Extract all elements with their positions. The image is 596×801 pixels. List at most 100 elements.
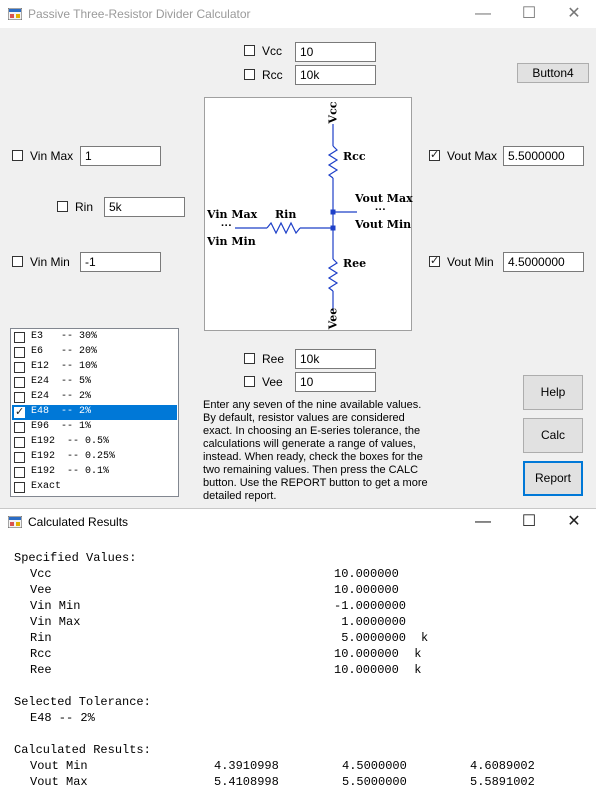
calc-nom: 4.5000000	[342, 759, 407, 773]
title-bar: Passive Three-Resistor Divider Calculato…	[0, 0, 596, 28]
vcc-checkbox[interactable]	[244, 45, 255, 56]
tolerance-header: Selected Tolerance:	[14, 695, 151, 709]
rin-input[interactable]: 5k	[104, 197, 185, 217]
vin-max-checkbox[interactable]	[12, 150, 23, 161]
vout-min-input[interactable]: 4.5000000	[503, 252, 584, 272]
spec-name: Rin	[30, 631, 52, 645]
report-text-area[interactable]: Specified Values: Vcc 10.000000 Vee 10.0…	[0, 542, 596, 801]
list-item-checkbox[interactable]	[14, 422, 25, 433]
vout-max-checkbox[interactable]	[429, 148, 440, 161]
instructions-text: Enter any seven of the nine available va…	[203, 399, 428, 502]
close-button[interactable]: ✕	[551, 508, 596, 536]
results-window-title: Calculated Results	[28, 515, 129, 529]
vee-input[interactable]: 10	[295, 372, 376, 392]
tolerance-value: E48 -- 2%	[30, 711, 95, 725]
list-item-checkbox[interactable]	[14, 392, 25, 403]
diagram-dots-right: ···	[375, 204, 386, 216]
list-item-checkbox[interactable]	[14, 405, 25, 419]
list-item-checkbox[interactable]	[14, 332, 25, 343]
spec-value: 10.000000	[334, 647, 399, 661]
list-item[interactable]: E24 -- 5%	[12, 375, 177, 390]
vee-checkbox[interactable]	[244, 376, 255, 387]
vout-min-checkbox[interactable]	[429, 254, 440, 267]
tolerance-list[interactable]: E3 -- 30% E6 -- 20% E12 -- 10% E24 -- 5%…	[10, 328, 179, 497]
main-window: Passive Three-Resistor Divider Calculato…	[0, 0, 596, 508]
diagram-label-vcc: Vcc	[326, 101, 340, 124]
diagram-label-vin-max: Vin Max	[207, 208, 258, 221]
diagram-dots-left: ···	[221, 220, 232, 232]
diagram-label-vin-min: Vin Min	[207, 235, 256, 248]
list-item[interactable]: E192 -- 0.25%	[12, 450, 177, 465]
spec-value: 1.0000000	[334, 615, 407, 629]
list-item[interactable]: E192 -- 0.1%	[12, 465, 177, 480]
vin-min-checkbox[interactable]	[12, 256, 23, 267]
help-button[interactable]: Help	[523, 375, 583, 410]
ree-input[interactable]: 10k	[295, 349, 376, 369]
list-item-checkbox[interactable]	[14, 362, 25, 373]
vin-min-label: Vin Min	[30, 255, 70, 269]
vcc-input[interactable]: 10	[295, 42, 376, 62]
vin-max-label: Vin Max	[30, 149, 74, 163]
spec-name: Vcc	[30, 567, 52, 581]
minimize-button[interactable]: —	[460, 0, 506, 28]
circuit-diagram: Vcc Rcc Vout Max ··· Vout Min Vin Max ··…	[204, 97, 413, 331]
calc-nom: 5.5000000	[342, 775, 407, 789]
list-item[interactable]: E24 -- 2%	[12, 390, 177, 405]
rcc-resistor	[327, 145, 339, 179]
vin-min-input[interactable]: -1	[80, 252, 161, 272]
list-item-checkbox[interactable]	[14, 437, 25, 448]
ree-checkbox[interactable]	[244, 353, 255, 364]
list-item-checkbox[interactable]	[14, 482, 25, 493]
list-item[interactable]: E96 -- 1%	[12, 420, 177, 435]
ree-label: Ree	[262, 352, 285, 366]
rcc-label: Rcc	[262, 68, 283, 82]
spec-value: 10.000000	[334, 567, 399, 581]
rcc-input[interactable]: 10k	[295, 65, 376, 85]
calc-max: 5.5891002	[470, 775, 535, 789]
list-item-checkbox[interactable]	[14, 377, 25, 388]
diagram-label-rin: Rin	[275, 208, 297, 221]
diagram-label-ree: Ree	[343, 257, 367, 270]
vcc-label: Vcc	[262, 44, 283, 58]
diagram-label-vee: Vee	[326, 307, 340, 330]
calc-max: 4.6089002	[470, 759, 535, 773]
rcc-checkbox[interactable]	[244, 69, 255, 80]
vin-max-input[interactable]: 1	[80, 146, 161, 166]
calc-button[interactable]: Calc	[523, 418, 583, 453]
spec-unit: k	[407, 647, 422, 661]
calc-name: Vout Min	[30, 759, 88, 773]
spec-value: -1.0000000	[334, 599, 407, 613]
button4[interactable]: Button4	[517, 63, 589, 83]
list-item[interactable]: E3 -- 30%	[12, 330, 177, 345]
calculated-header: Calculated Results:	[14, 743, 151, 757]
vout-max-input[interactable]: 5.5000000	[503, 146, 584, 166]
list-item[interactable]: Exact	[12, 480, 177, 495]
spec-name: Vin Max	[30, 615, 81, 629]
list-item-selected[interactable]: E48 -- 2%	[12, 405, 177, 420]
list-item-checkbox[interactable]	[14, 347, 25, 358]
maximize-button[interactable]: ☐	[506, 508, 552, 536]
calc-min: 4.3910998	[214, 759, 279, 773]
diagram-label-rcc: Rcc	[343, 150, 366, 163]
rin-checkbox[interactable]	[57, 201, 68, 212]
report-button[interactable]: Report	[523, 461, 583, 496]
spec-value: 5.0000000	[334, 631, 407, 645]
list-item[interactable]: E192 -- 0.5%	[12, 435, 177, 450]
vout-min-label: Vout Min	[447, 255, 494, 269]
app-icon	[8, 8, 22, 20]
minimize-button[interactable]: —	[460, 508, 506, 536]
spec-value: 10.000000	[334, 663, 399, 677]
maximize-button[interactable]: ☐	[506, 0, 552, 28]
spec-name: Rcc	[30, 647, 52, 661]
results-window: Calculated Results — ☐ ✕ Specified Value…	[0, 508, 596, 801]
window-title: Passive Three-Resistor Divider Calculato…	[28, 7, 251, 21]
calc-name: Vout Max	[30, 775, 88, 789]
list-item-checkbox[interactable]	[14, 452, 25, 463]
close-button[interactable]: ✕	[551, 0, 596, 28]
specified-header: Specified Values:	[14, 551, 137, 565]
spec-unit: k	[407, 663, 422, 677]
list-item[interactable]: E6 -- 20%	[12, 345, 177, 360]
list-item-checkbox[interactable]	[14, 467, 25, 478]
vee-label: Vee	[262, 375, 283, 389]
list-item[interactable]: E12 -- 10%	[12, 360, 177, 375]
